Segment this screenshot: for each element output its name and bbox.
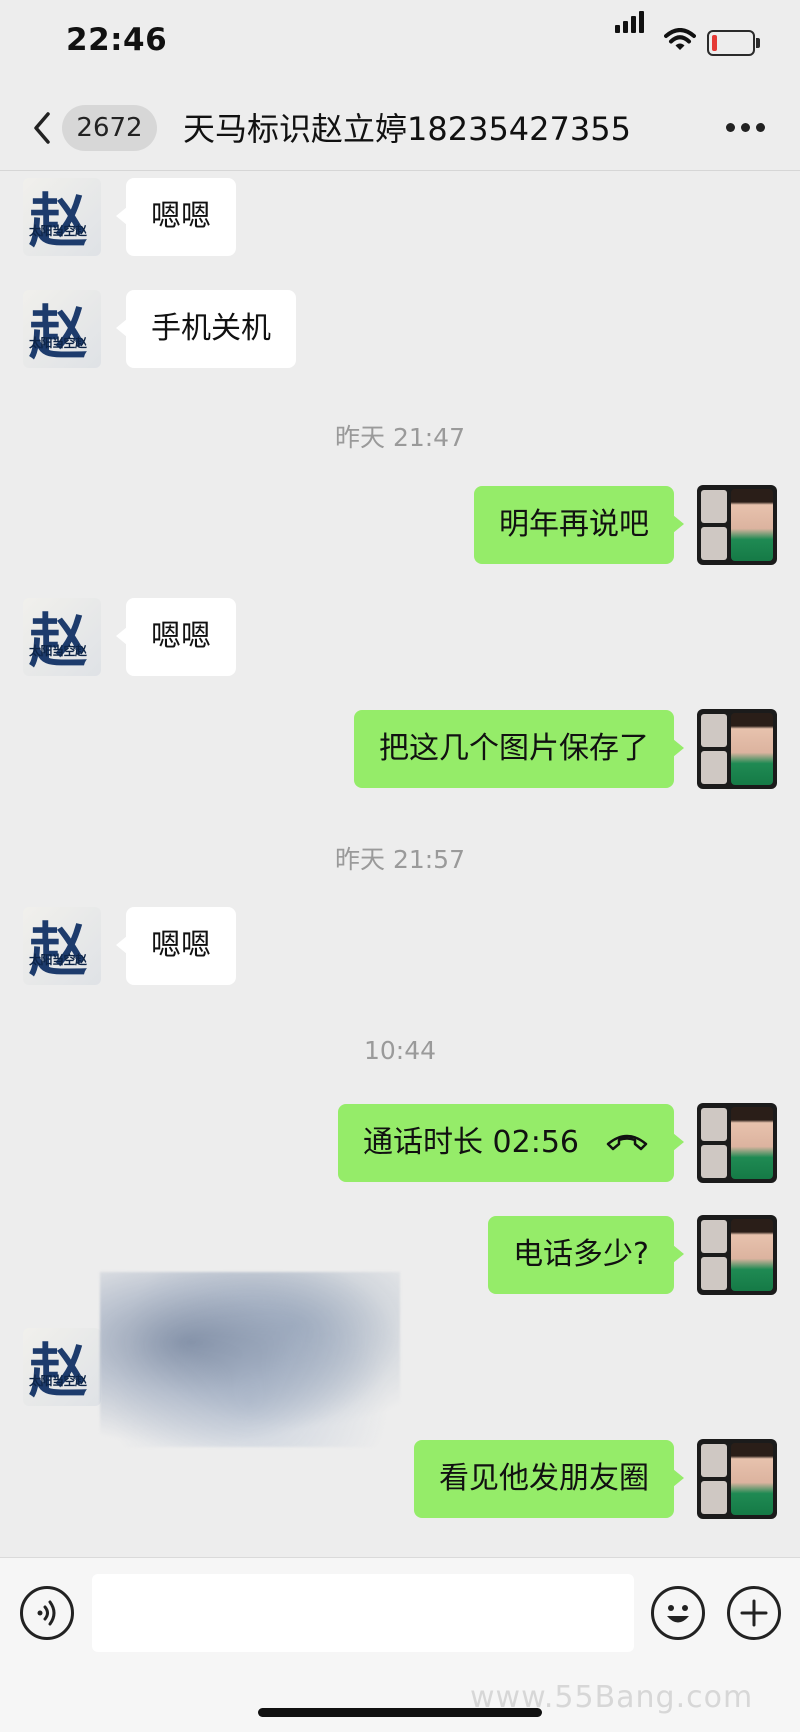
message-timestamp: 昨天 21:57	[335, 845, 465, 874]
message-bubble-received[interactable]: 嗯嗯	[116, 178, 236, 256]
call-record-bubble[interactable]: 通话时长 02:56	[338, 1104, 684, 1182]
message-input[interactable]	[92, 1574, 634, 1652]
message-timestamp: 昨天 21:47	[335, 423, 465, 452]
chevron-left-icon[interactable]	[28, 108, 58, 148]
chat-header: 2672 天马标识赵立婷18235427355	[0, 88, 800, 171]
my-avatar[interactable]	[697, 485, 777, 565]
status-time: 22:46	[66, 22, 168, 58]
emoji-icon[interactable]	[651, 1586, 705, 1640]
message-bubble-received[interactable]: 嗯嗯	[116, 907, 236, 985]
contact-avatar[interactable]: 赵 太阳当空赵	[23, 907, 101, 985]
contact-avatar[interactable]: 赵 太阳当空赵	[23, 598, 101, 676]
battery-level	[712, 35, 717, 51]
my-avatar[interactable]	[697, 1439, 777, 1519]
plus-icon[interactable]	[727, 1586, 781, 1640]
chat-title: 天马标识赵立婷18235427355	[183, 110, 631, 148]
my-avatar[interactable]	[697, 709, 777, 789]
my-avatar[interactable]	[697, 1103, 777, 1183]
contact-avatar[interactable]: 赵 太阳当空赵	[23, 178, 101, 256]
status-bar: 22:46	[0, 0, 800, 88]
message-bubble-received[interactable]: 嗯嗯	[116, 598, 236, 676]
message-timestamp: 10:44	[363, 1036, 437, 1065]
home-indicator[interactable]	[258, 1708, 542, 1717]
my-avatar[interactable]	[697, 1215, 777, 1295]
phone-hangup-icon	[606, 1134, 648, 1150]
message-bubble-sent[interactable]: 看见他发朋友圈	[414, 1440, 684, 1518]
redacted-message	[100, 1272, 400, 1447]
message-bubble-received[interactable]: 手机关机	[116, 290, 296, 368]
message-bubble-sent[interactable]: 电话多少?	[488, 1216, 684, 1294]
more-dots-icon[interactable]	[726, 123, 766, 133]
contact-avatar[interactable]: 赵 太阳当空赵	[23, 1328, 101, 1406]
message-bubble-sent[interactable]: 明年再说吧	[474, 486, 684, 564]
voice-icon[interactable]	[20, 1586, 74, 1640]
contact-avatar[interactable]: 赵 太阳当空赵	[23, 290, 101, 368]
message-bubble-sent[interactable]: 把这几个图片保存了	[354, 710, 684, 788]
input-bar: www.55Bang.com	[0, 1557, 800, 1732]
battery-icon	[707, 30, 760, 56]
unread-count-badge[interactable]: 2672	[62, 105, 157, 151]
call-duration-text: 通话时长 02:56	[363, 1125, 579, 1160]
wifi-icon	[664, 28, 696, 50]
